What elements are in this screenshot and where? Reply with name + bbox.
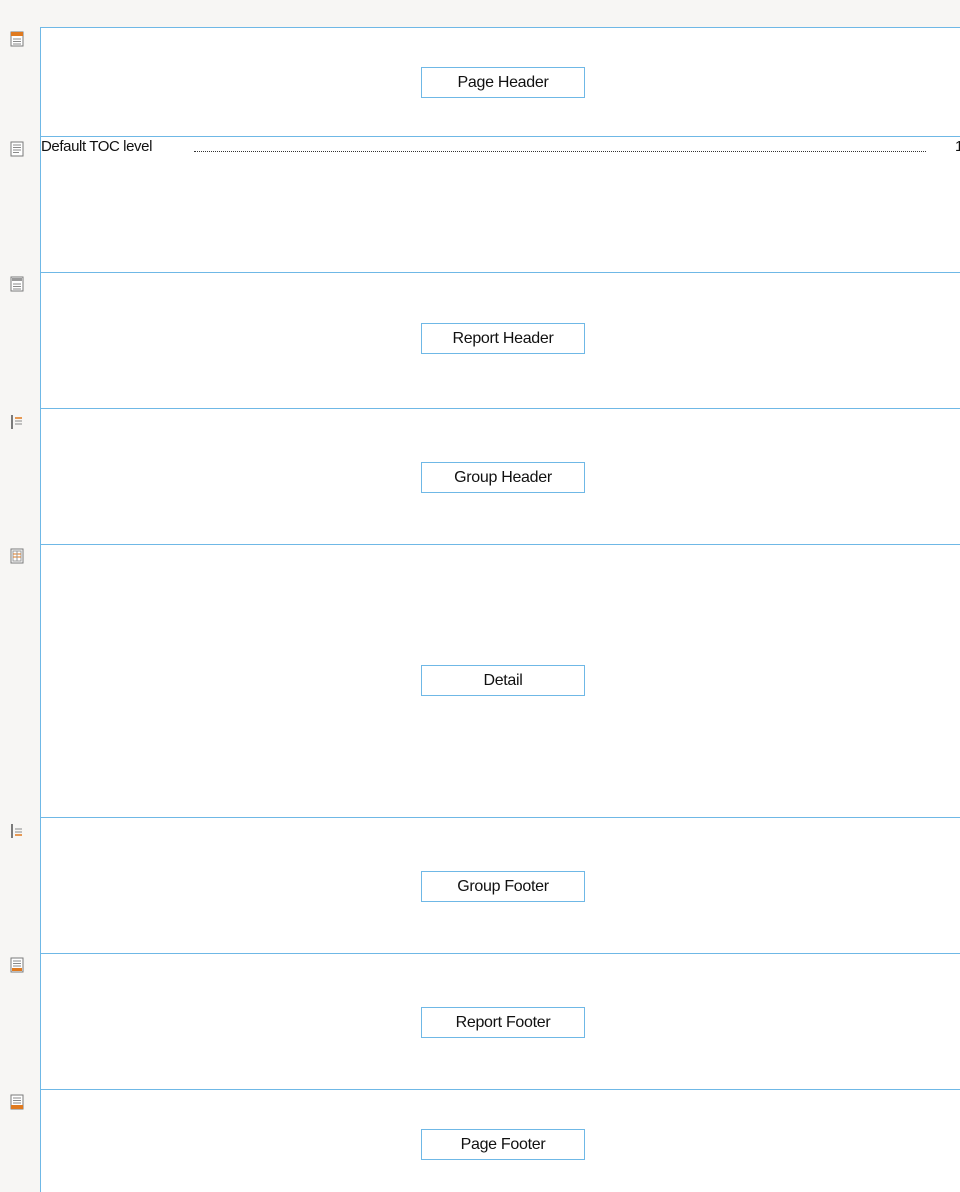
band-label-group-header: Group Header [421, 462, 585, 493]
band-page-header[interactable]: Page Header [40, 27, 960, 136]
report-header-icon [10, 276, 24, 292]
band-icon-gutter [0, 0, 40, 1192]
page-header-icon [10, 31, 24, 47]
band-label-report-header: Report Header [421, 323, 585, 354]
toc-entry-text: Default TOC level [41, 138, 153, 155]
band-group-header[interactable]: Group Header [40, 408, 960, 544]
band-group-footer[interactable]: Group Footer [40, 817, 960, 953]
band-label-group-footer: Group Footer [421, 871, 585, 902]
detail-icon [10, 548, 24, 564]
band-page-footer[interactable]: Page Footer [40, 1089, 960, 1192]
toc-dot-leader [194, 151, 926, 152]
designer-top-strip [0, 0, 960, 27]
toc-page-number: 1 [955, 138, 960, 155]
band-detail[interactable]: Detail [40, 544, 960, 817]
report-footer-icon [10, 957, 24, 973]
band-label-detail: Detail [421, 665, 585, 696]
band-report-footer[interactable]: Report Footer [40, 953, 960, 1089]
group-footer-icon [10, 823, 24, 839]
toc-icon [10, 141, 24, 157]
group-header-icon [10, 414, 24, 430]
page-footer-icon [10, 1094, 24, 1110]
toc-entry-row[interactable]: Default TOC level 1 [41, 138, 960, 158]
band-label-report-footer: Report Footer [421, 1007, 585, 1038]
band-label-page-footer: Page Footer [421, 1129, 585, 1160]
band-label-page-header: Page Header [421, 67, 585, 98]
band-report-header[interactable]: Report Header [40, 272, 960, 408]
